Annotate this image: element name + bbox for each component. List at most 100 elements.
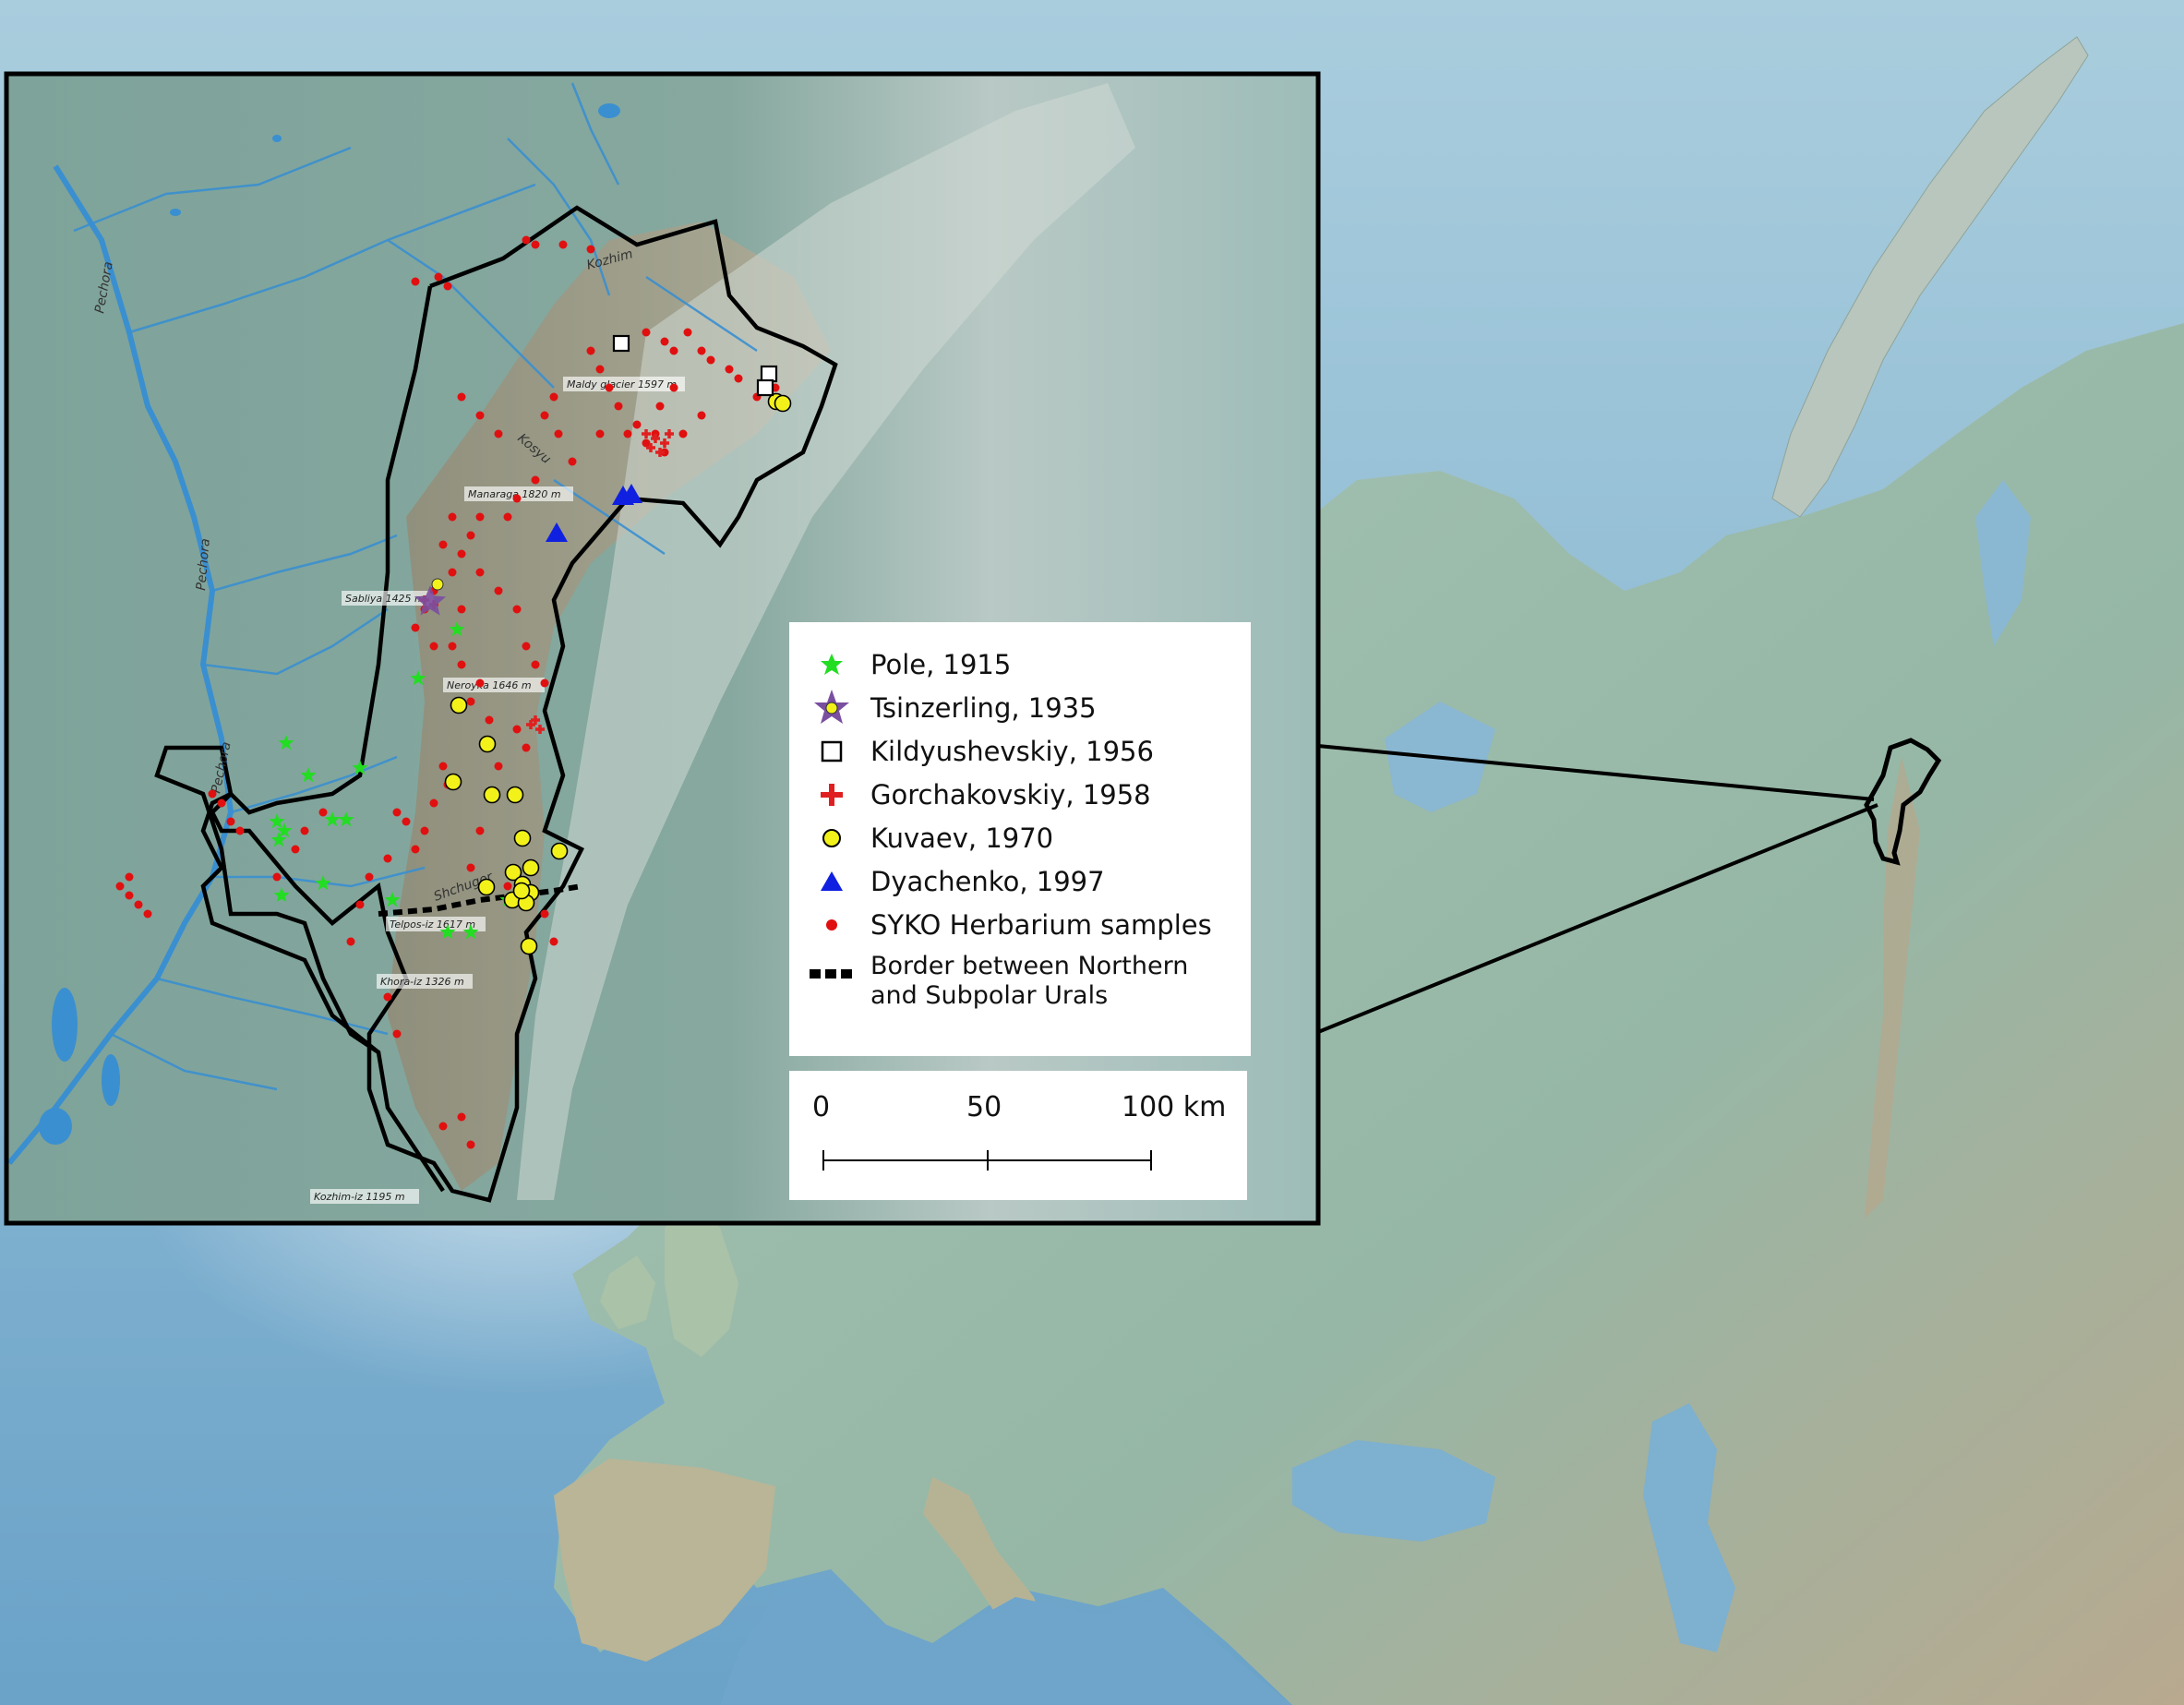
syko-sample-dot [549, 937, 558, 946]
syko-sample-dot [697, 411, 706, 420]
syko-sample-dot [531, 475, 540, 485]
syko-sample-dot [457, 1112, 466, 1122]
syko-sample-dot [531, 240, 540, 249]
square-open-icon [808, 733, 856, 770]
syko-sample-dot [642, 438, 651, 448]
syko-sample-dot [438, 762, 448, 771]
syko-sample-dot [448, 642, 457, 651]
syko-sample-dot [522, 235, 531, 245]
legend-label-border: Border between Northern and Subpolar Ura… [870, 952, 1188, 1011]
syko-sample-dot [346, 937, 355, 946]
kildyushevskiy-square [756, 378, 774, 397]
legend-item-syko: SYKO Herbarium samples [808, 903, 1251, 946]
syko-sample-dot [272, 872, 282, 882]
star-small-icon [808, 646, 856, 683]
syko-sample-dot [475, 826, 485, 835]
syko-sample-dot [457, 392, 466, 402]
syko-sample-dot [642, 328, 651, 337]
syko-sample-dot [438, 540, 448, 549]
syko-sample-dot [655, 402, 665, 411]
syko-sample-dot [443, 282, 452, 291]
syko-sample-dot [457, 605, 466, 614]
peak-label-neroyka: Neroyka 1646 m [447, 679, 532, 691]
syko-sample-dot [318, 808, 328, 817]
kuvaev-circle [522, 859, 540, 877]
triangle-icon [808, 863, 856, 900]
kuvaev-circle [478, 735, 497, 753]
syko-sample-dot [134, 900, 143, 909]
legend-item-kildyushevskiy: Kildyushevskiy, 1956 [808, 729, 1251, 773]
peak-label-khora: Khora-iz 1326 m [380, 976, 464, 988]
syko-sample-dot [494, 762, 503, 771]
syko-sample-dot [457, 549, 466, 558]
kuvaev-circle [477, 878, 496, 896]
syko-sample-dot [522, 642, 531, 651]
kuvaev-circle [550, 842, 569, 860]
syko-sample-dot [725, 365, 734, 374]
star-large-icon [808, 689, 856, 726]
legend-item-gorchakovskiy: Gorchakovskiy, 1958 [808, 773, 1251, 816]
syko-sample-dot [475, 512, 485, 522]
legend-label-syko: SYKO Herbarium samples [870, 908, 1212, 941]
kildyushevskiy-square [760, 365, 778, 383]
syko-sample-dot [475, 568, 485, 577]
legend-label-kuvaev: Kuvaev, 1970 [870, 822, 1054, 854]
legend-item-pole: Pole, 1915 [808, 642, 1251, 686]
tsinzerling-center [431, 578, 444, 591]
kuvaev-circle [444, 773, 462, 791]
syko-sample-dot [217, 798, 226, 808]
syko-sample-dot [549, 392, 558, 402]
syko-sample-dot [466, 697, 475, 706]
syko-sample-dot [392, 1029, 402, 1039]
syko-sample-dot [512, 605, 522, 614]
syko-sample-dot [392, 808, 402, 817]
syko-sample-dot [383, 992, 392, 1002]
syko-sample-dot [411, 277, 420, 286]
syko-sample-dot [540, 678, 549, 688]
kuvaev-circle [520, 937, 538, 955]
kuvaev-circle [774, 394, 792, 413]
legend-item-border: Border between Northern and Subpolar Ura… [808, 946, 1251, 1026]
syko-sample-dot [429, 798, 438, 808]
kuvaev-circle [450, 696, 468, 714]
syko-sample-dot [632, 420, 642, 429]
syko-sample-dot [115, 882, 125, 891]
syko-sample-dot [125, 891, 134, 900]
legend-label-gorchakovskiy: Gorchakovskiy, 1958 [870, 778, 1151, 810]
syko-sample-dot [586, 245, 595, 254]
scale-tick-50: 50 [966, 1091, 1002, 1123]
syko-sample-dot [383, 854, 392, 863]
syko-sample-dot [466, 531, 475, 540]
legend-border-line2: and Subpolar Urals [870, 981, 1109, 1010]
syko-sample-dot [678, 429, 688, 438]
kildyushevskiy-square [612, 334, 630, 353]
syko-sample-dot [494, 586, 503, 595]
syko-sample-dot [355, 900, 365, 909]
syko-sample-dot [291, 845, 300, 854]
scale-tick-100: 100 km [1122, 1091, 1227, 1123]
syko-sample-dot [512, 725, 522, 734]
syko-sample-dot [235, 826, 245, 835]
syko-sample-dot [434, 272, 443, 282]
peak-label-maldy: Maldy glacier 1597 m [567, 378, 677, 390]
syko-sample-dot [457, 660, 466, 669]
syko-sample-dot [300, 826, 309, 835]
syko-sample-dot [540, 411, 549, 420]
syko-sample-dot [503, 512, 512, 522]
syko-sample-dot [623, 429, 632, 438]
syko-sample-dot [595, 429, 605, 438]
syko-sample-dot [697, 346, 706, 355]
scale-line [822, 1150, 1152, 1171]
syko-sample-dot [683, 328, 692, 337]
cross-icon [808, 776, 856, 813]
syko-sample-dot [586, 346, 595, 355]
syko-sample-dot [522, 743, 531, 752]
dot-icon [808, 907, 856, 943]
syko-sample-dot [475, 411, 485, 420]
syko-sample-dot [475, 678, 485, 688]
syko-sample-dot [503, 882, 512, 891]
scale-bar: 0 50 100 km [789, 1071, 1247, 1200]
legend-label-kildyushevskiy: Kildyushevskiy, 1956 [870, 735, 1154, 767]
legend-item-tsinzerling: Tsinzerling, 1935 [808, 686, 1251, 729]
syko-sample-dot [429, 642, 438, 651]
